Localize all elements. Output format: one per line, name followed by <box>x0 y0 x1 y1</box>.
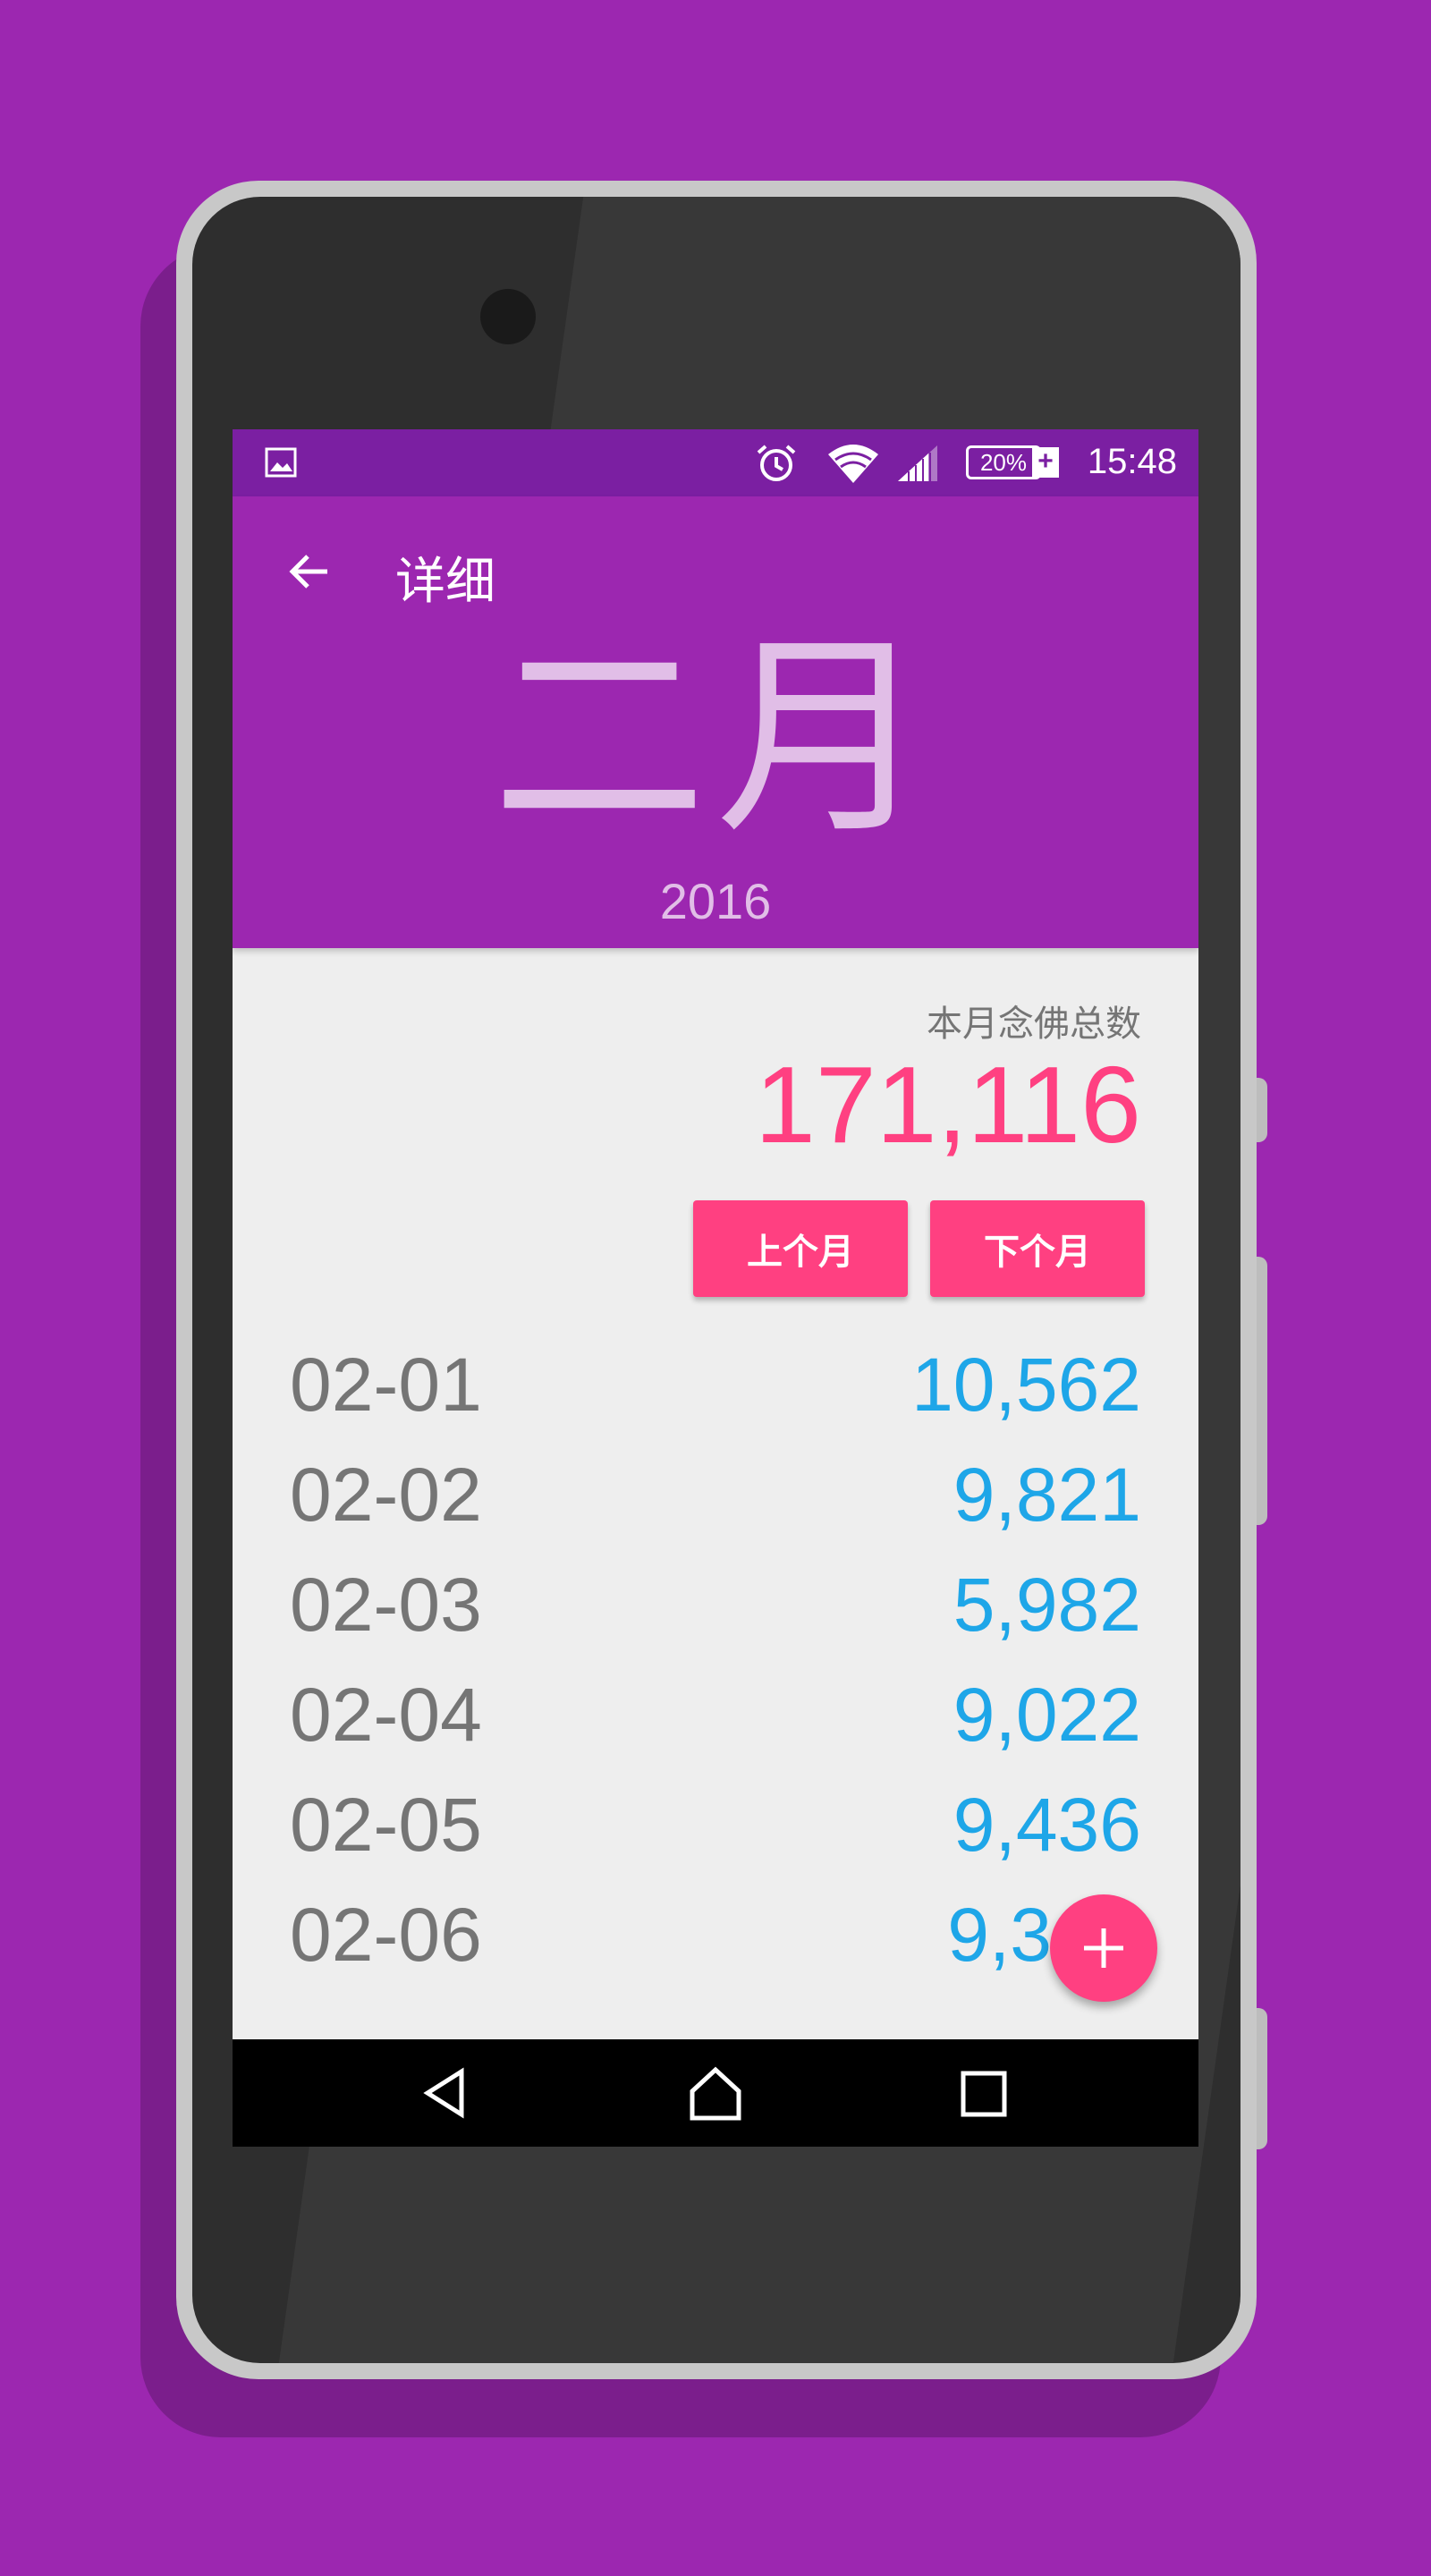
list-item-date: 02-03 <box>290 1563 482 1647</box>
list-item-count: 9,821 <box>953 1453 1141 1537</box>
arrow-back-icon[interactable] <box>283 545 336 598</box>
list-item-date: 02-04 <box>290 1673 482 1757</box>
total-value: 171,116 <box>755 1044 1141 1165</box>
list-item[interactable]: 02-06 9,3 <box>290 1892 1141 2001</box>
status-bar: 20% + 15:48 <box>233 429 1198 496</box>
alarm-icon <box>755 442 798 488</box>
back-triangle-icon[interactable] <box>419 2066 472 2123</box>
screen: 20% + 15:48 详细 二月 2016 本月念佛总数 171,116 上个… <box>233 429 1198 2147</box>
next-month-button[interactable]: 下个月 <box>930 1200 1145 1297</box>
side-button-power <box>1257 1257 1267 1525</box>
side-button-camera <box>1257 2008 1267 2149</box>
prev-month-button[interactable]: 上个月 <box>693 1200 908 1297</box>
cell-signal-icon <box>896 444 939 487</box>
list-item[interactable]: 02-01 10,562 <box>290 1342 1141 1451</box>
list-item-date: 02-05 <box>290 1783 482 1867</box>
front-camera <box>480 289 536 344</box>
list-item[interactable]: 02-03 5,982 <box>290 1562 1141 1671</box>
month-detail: 本月念佛总数 171,116 上个月 下个月 02-01 10,562 02-0… <box>233 948 1198 2021</box>
total-label: 本月念佛总数 <box>927 1004 1141 1045</box>
status-time: 15:48 <box>1087 442 1177 481</box>
list-item[interactable]: 02-04 9,022 <box>290 1672 1141 1781</box>
gallery-icon <box>265 447 297 481</box>
list-item-date: 02-06 <box>290 1893 482 1977</box>
year-label: 2016 <box>659 873 772 929</box>
list-item-count: 9,3 <box>947 1893 1052 1977</box>
page-title: 详细 <box>395 553 495 611</box>
wifi-icon <box>826 442 880 488</box>
list-item-count: 9,436 <box>953 1783 1141 1867</box>
month-title: 二月 <box>491 613 939 863</box>
list-item-count: 9,022 <box>953 1673 1141 1757</box>
list-item-count: 5,982 <box>953 1563 1141 1647</box>
recents-icon[interactable] <box>959 2069 1009 2123</box>
home-icon[interactable] <box>687 2064 744 2125</box>
list-item-count: 10,562 <box>911 1343 1141 1427</box>
list-item[interactable]: 02-05 9,436 <box>290 1782 1141 1891</box>
app-header: 详细 二月 2016 <box>233 496 1198 948</box>
battery-icon: 20% <box>966 445 1041 479</box>
nav-bar <box>233 2039 1198 2147</box>
add-fab-button[interactable] <box>1050 1894 1157 2002</box>
list-item-date: 02-01 <box>290 1343 482 1427</box>
list-item-date: 02-02 <box>290 1453 482 1537</box>
list-item[interactable]: 02-02 9,821 <box>290 1452 1141 1561</box>
battery-charging-indicator: + <box>1032 447 1059 478</box>
side-button-volume <box>1257 1078 1267 1142</box>
